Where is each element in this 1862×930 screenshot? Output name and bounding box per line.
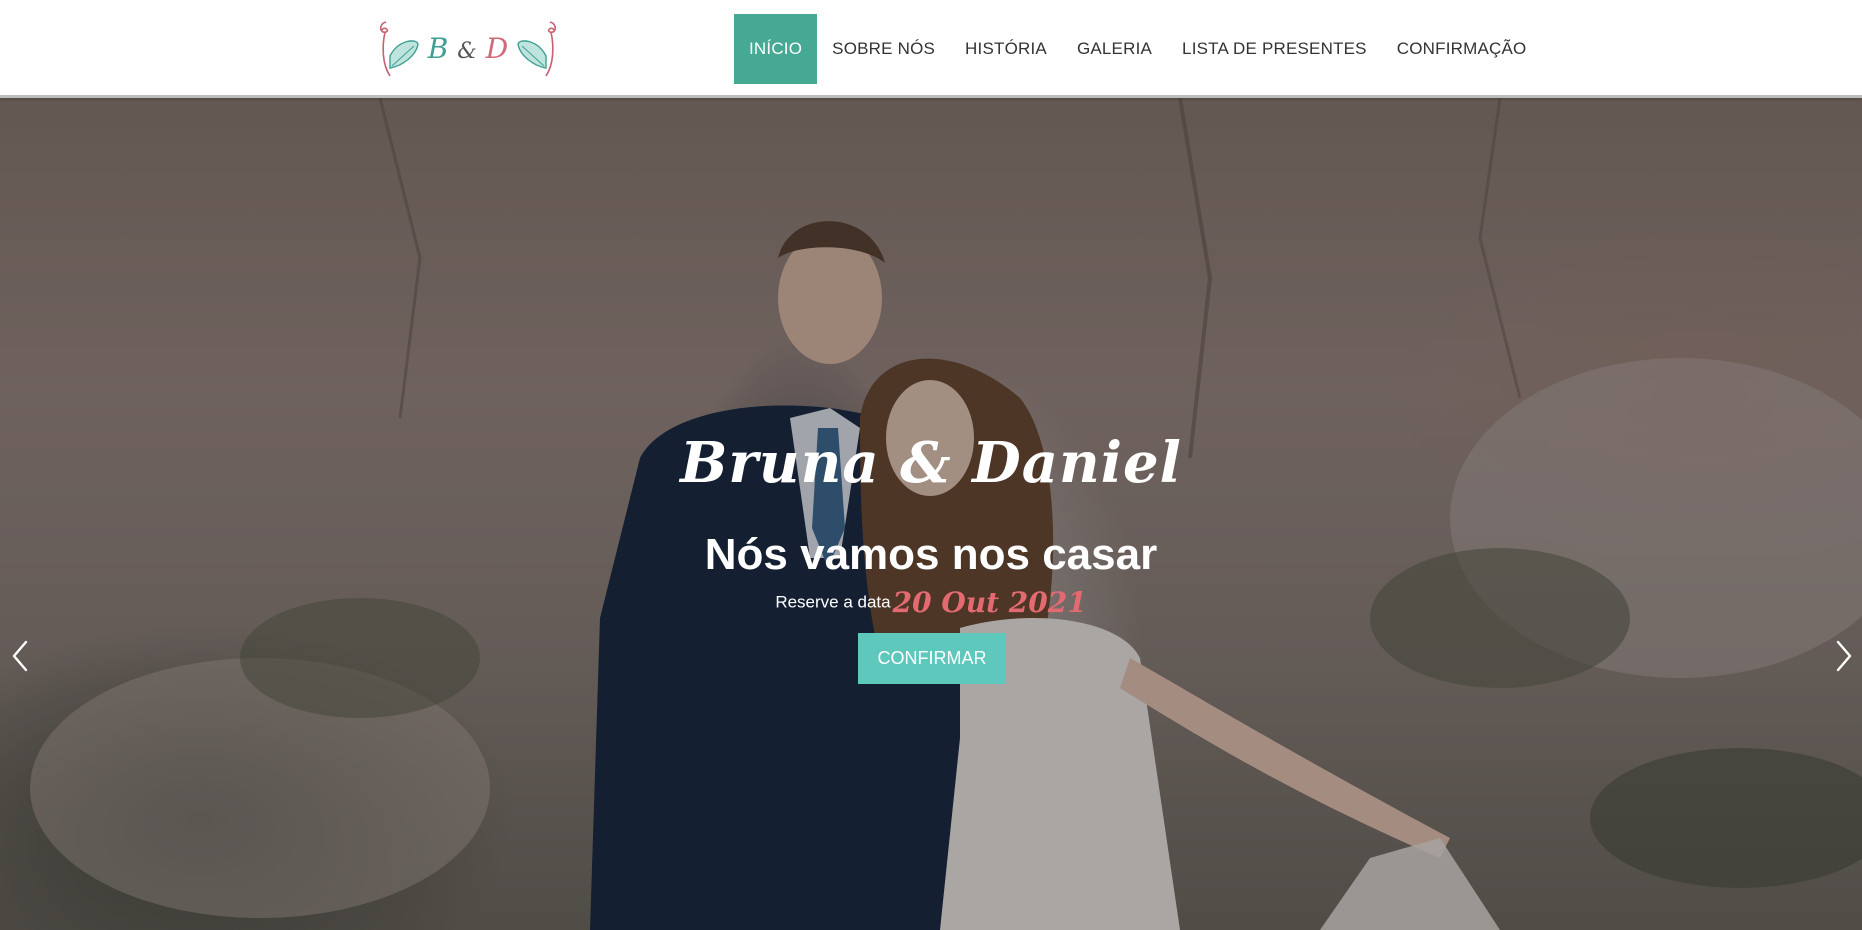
nav-item-inicio[interactable]: INÍCIO	[734, 14, 818, 84]
nav-item-historia[interactable]: HISTÓRIA	[950, 14, 1062, 84]
nav-item-confirmacao[interactable]: CONFIRMAÇÃO	[1382, 14, 1542, 84]
slider-prev-button[interactable]	[6, 634, 34, 678]
save-date-label: Reserve a data	[775, 592, 891, 612]
hero-tagline: Nós vamos nos casar	[704, 530, 1158, 579]
site-header: B & D INÍCIO SOBRE NÓS HISTÓRIA GALERIA …	[0, 0, 1862, 98]
hero-content: Bruna & Daniel Nós vamos nos casar Reser…	[0, 98, 1862, 930]
wedding-date: 20 Out 2021	[892, 586, 1087, 619]
chevron-left-icon	[12, 640, 28, 672]
logo-initial-b: B	[427, 32, 449, 65]
nav-item-galeria[interactable]: GALERIA	[1062, 14, 1167, 84]
site-logo[interactable]: B & D	[376, 16, 560, 82]
nav-item-sobre-nos[interactable]: SOBRE NÓS	[817, 14, 950, 84]
nav-item-lista-de-presentes[interactable]: LISTA DE PRESENTES	[1167, 14, 1382, 84]
couple-names: Bruna & Daniel	[680, 430, 1182, 496]
confirm-rsvp-button[interactable]: CONFIRMAR	[858, 633, 1006, 684]
save-the-date: Reserve a data20 Out 2021	[0, 586, 1862, 619]
chevron-right-icon	[1836, 640, 1852, 672]
hero-slider: Bruna & Daniel Nós vamos nos casar Reser…	[0, 98, 1862, 930]
slider-next-button[interactable]	[1830, 634, 1858, 678]
logo-initial-d: D	[485, 32, 509, 65]
main-nav: INÍCIO SOBRE NÓS HISTÓRIA GALERIA LISTA …	[734, 14, 1541, 84]
logo-monogram: B & D	[426, 32, 510, 65]
logo-ampersand: &	[457, 39, 477, 64]
